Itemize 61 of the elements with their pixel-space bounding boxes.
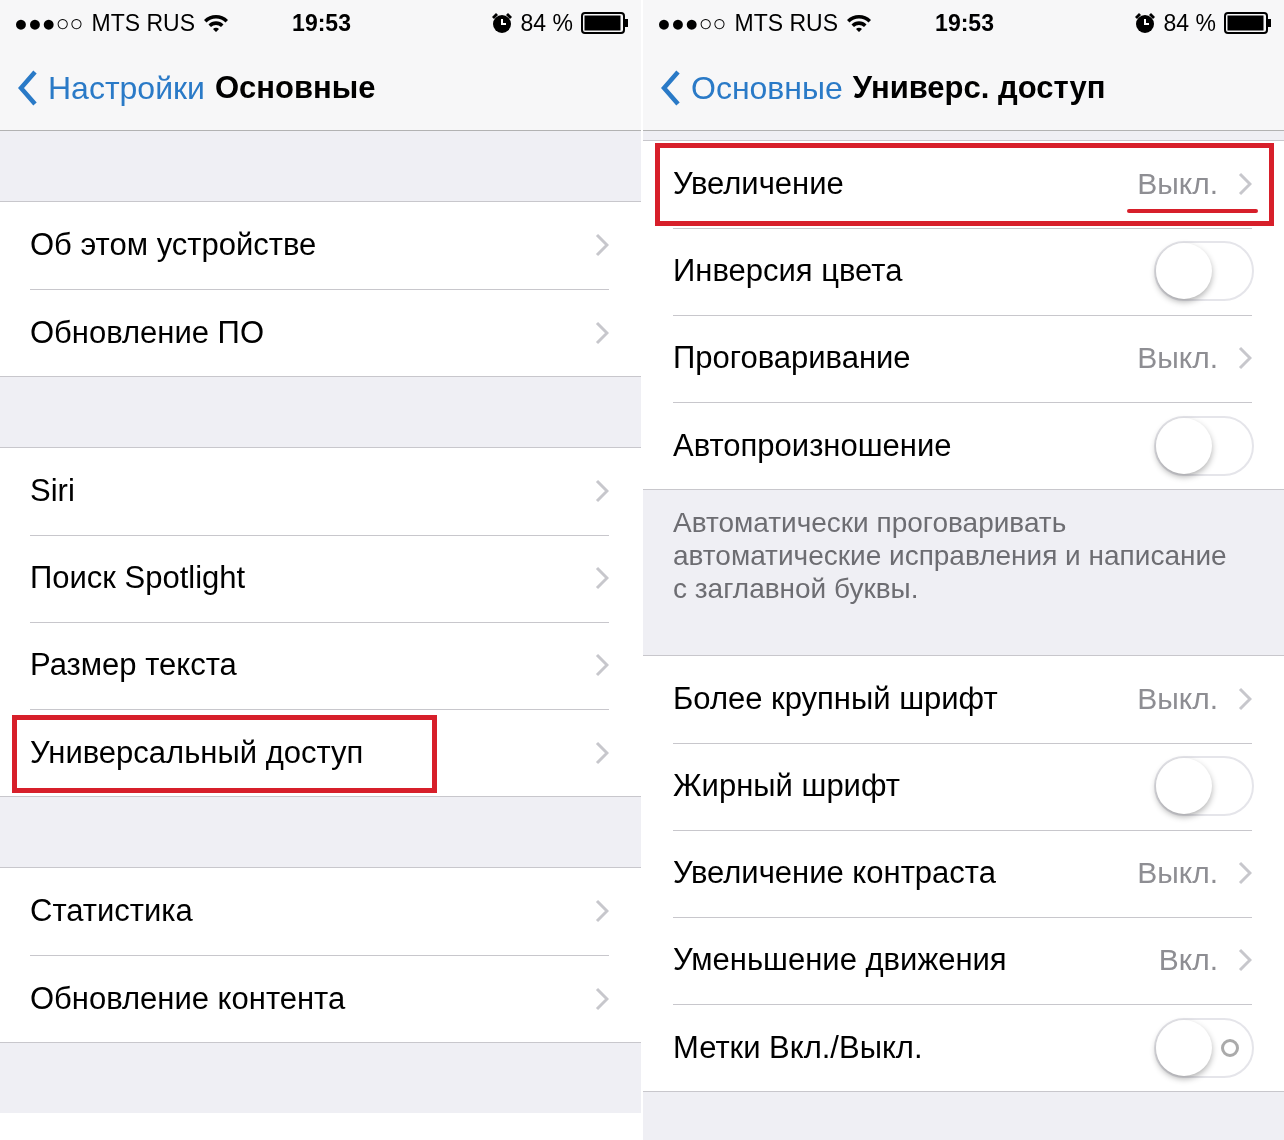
setting-label[interactable]: Обновление контента: [30, 980, 595, 1017]
value-text: Выкл.: [1137, 682, 1218, 716]
chevron-icon: [595, 233, 609, 257]
setting-label[interactable]: Siri: [30, 473, 595, 509]
wifi-icon: [202, 13, 229, 33]
setting-label[interactable]: Статистика: [30, 893, 595, 929]
chevron-icon: [1238, 172, 1252, 196]
setting-label[interactable]: Уменьшение движения: [673, 942, 1159, 978]
signal-strength: ●●●○○: [14, 9, 84, 37]
battery-icon: [1224, 12, 1272, 34]
battery-percent: 84 %: [1163, 9, 1216, 37]
back-chevron-icon: [661, 70, 681, 106]
chevron-icon: [595, 479, 609, 503]
back-chevron-icon: [18, 70, 38, 106]
footer-note: Автоматически проговаривать автоматические исправления и написание с заглавной буквы.: [672, 506, 1228, 606]
clock-time: 19:53: [935, 9, 994, 37]
off-label-icon: [1220, 1037, 1240, 1058]
chevron-icon: [1238, 346, 1252, 370]
value-text: Выкл.: [1137, 167, 1218, 201]
value-text: Выкл.: [1137, 341, 1218, 375]
setting-label[interactable]: Жирный шрифт: [673, 768, 1154, 804]
alarm-clock-icon: [1133, 12, 1156, 34]
toggle-switch[interactable]: [1154, 415, 1254, 476]
toggle-switch[interactable]: [1154, 756, 1254, 816]
chevron-icon: [1238, 948, 1252, 972]
screen-title: Основные: [214, 70, 376, 106]
setting-label[interactable]: Проговаривание: [673, 340, 1138, 376]
setting-label[interactable]: Увеличение контраста: [673, 855, 1138, 891]
battery-percent: 84 %: [520, 9, 573, 37]
back-button[interactable]: Настройки: [18, 69, 205, 107]
chevron-icon: [595, 899, 609, 923]
chevron-icon: [1238, 687, 1252, 711]
toggle-switch[interactable]: [1154, 1017, 1254, 1078]
chevron-icon: [1238, 861, 1252, 885]
setting-label[interactable]: Поиск Spotlight: [30, 560, 595, 596]
chevron-icon: [595, 986, 609, 1011]
setting-label[interactable]: Метки Вкл./Выкл.: [673, 1029, 1154, 1066]
chevron-icon: [595, 566, 609, 590]
chevron-icon: [595, 740, 609, 765]
toggle-switch[interactable]: [1154, 241, 1254, 301]
screen-title: Универс. доступ: [852, 70, 1106, 106]
setting-label[interactable]: Увеличение: [673, 166, 1138, 202]
setting-label[interactable]: Обновление ПО: [30, 314, 595, 351]
alarm-clock-icon: [490, 12, 513, 34]
setting-label[interactable]: Более крупный шрифт: [673, 681, 1138, 717]
setting-label[interactable]: Инверсия цвета: [673, 253, 1154, 289]
chevron-icon: [595, 320, 609, 345]
setting-label[interactable]: Универсальный доступ: [30, 734, 595, 771]
setting-label[interactable]: Размер текста: [30, 647, 595, 683]
carrier-name: MTS RUS: [734, 9, 838, 37]
chevron-icon: [595, 653, 609, 677]
setting-label[interactable]: Об этом устройстве: [30, 227, 595, 263]
carrier-name: MTS RUS: [91, 9, 195, 37]
signal-strength: ●●●○○: [657, 9, 727, 37]
clock-time: 19:53: [292, 9, 351, 37]
value-text: Вкл.: [1158, 943, 1218, 977]
setting-label[interactable]: Автопроизношение: [673, 427, 1154, 464]
value-text: Выкл.: [1137, 856, 1218, 890]
wifi-icon: [845, 13, 872, 33]
battery-icon: [581, 12, 629, 34]
back-button[interactable]: Основные: [661, 69, 843, 107]
